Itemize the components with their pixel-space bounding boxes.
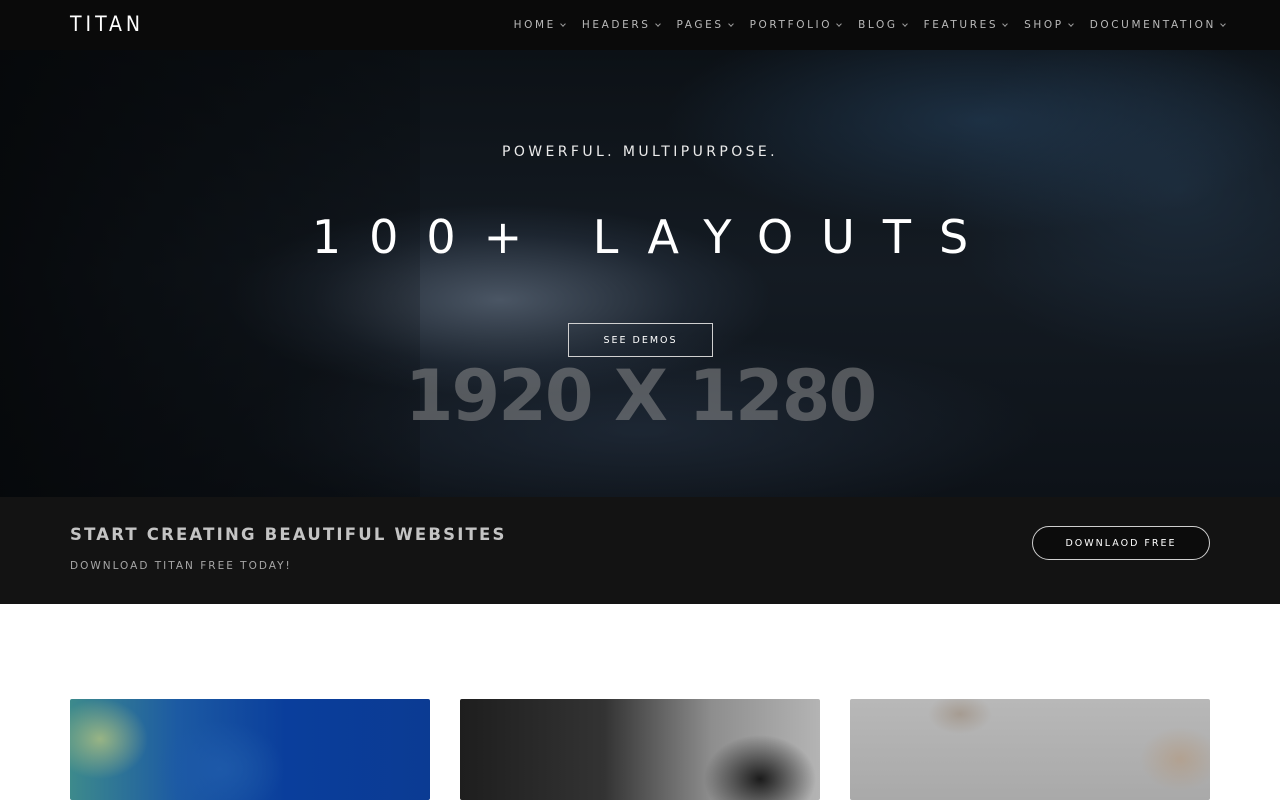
chevron-down-icon — [901, 20, 908, 27]
nav-item-features[interactable]: FEATURES — [924, 19, 1008, 31]
nav-item-label: PAGES — [676, 19, 724, 31]
chevron-down-icon — [1067, 20, 1074, 27]
hero-title: 100+ LAYOUTS — [311, 210, 997, 264]
portfolio-card-2[interactable] — [460, 699, 820, 800]
hero-subtitle: POWERFUL. MULTIPURPOSE. — [501, 144, 779, 160]
hero-section: 1920 X 1280 POWERFUL. MULTIPURPOSE. 100+… — [0, 50, 1280, 497]
nav-item-label: PORTFOLIO — [749, 19, 833, 31]
hero-placeholder-text: 1920 X 1280 — [404, 355, 877, 437]
main-nav-menu: HOME HEADERS PAGES PORTFOLIO BLOG FEATUR… — [513, 0, 1226, 50]
nav-item-home[interactable]: HOME — [513, 19, 566, 31]
portfolio-card-3[interactable] — [850, 699, 1210, 800]
nav-item-documentation[interactable]: DOCUMENTATION — [1089, 19, 1226, 31]
nav-item-headers[interactable]: HEADERS — [581, 19, 661, 31]
cta-band: START CREATING BEAUTIFUL WEBSITES DOWNLO… — [0, 497, 1280, 604]
nav-item-shop[interactable]: SHOP — [1024, 19, 1074, 31]
nav-item-label: SHOP — [1024, 19, 1064, 31]
portfolio-card-1[interactable] — [70, 699, 430, 800]
download-free-button[interactable]: DOWNLAOD FREE — [1032, 526, 1210, 560]
nav-item-label: FEATURES — [923, 19, 999, 31]
nav-item-label: HOME — [513, 19, 556, 31]
top-navbar: TITAN HOME HEADERS PAGES PORTFOLIO BLOG … — [0, 0, 1280, 50]
chevron-down-icon — [560, 20, 566, 27]
cta-title: START CREATING BEAUTIFUL WEBSITES — [70, 525, 507, 544]
nav-item-label: HEADERS — [581, 19, 651, 31]
chevron-down-icon — [1002, 20, 1008, 27]
cta-subtitle: DOWNLOAD TITAN FREE TODAY! — [70, 560, 292, 572]
nav-item-label: DOCUMENTATION — [1089, 19, 1216, 31]
nav-item-label: BLOG — [858, 19, 898, 31]
chevron-down-icon — [836, 20, 842, 27]
chevron-down-icon — [1220, 20, 1226, 27]
brand-logo[interactable]: TITAN — [70, 12, 144, 36]
chevron-down-icon — [654, 20, 661, 27]
chevron-down-icon — [727, 20, 734, 27]
see-demos-button[interactable]: SEE DEMOS — [568, 323, 713, 357]
nav-item-blog[interactable]: BLOG — [858, 19, 908, 31]
nav-item-pages[interactable]: PAGES — [676, 19, 734, 31]
nav-item-portfolio[interactable]: PORTFOLIO — [749, 19, 842, 31]
